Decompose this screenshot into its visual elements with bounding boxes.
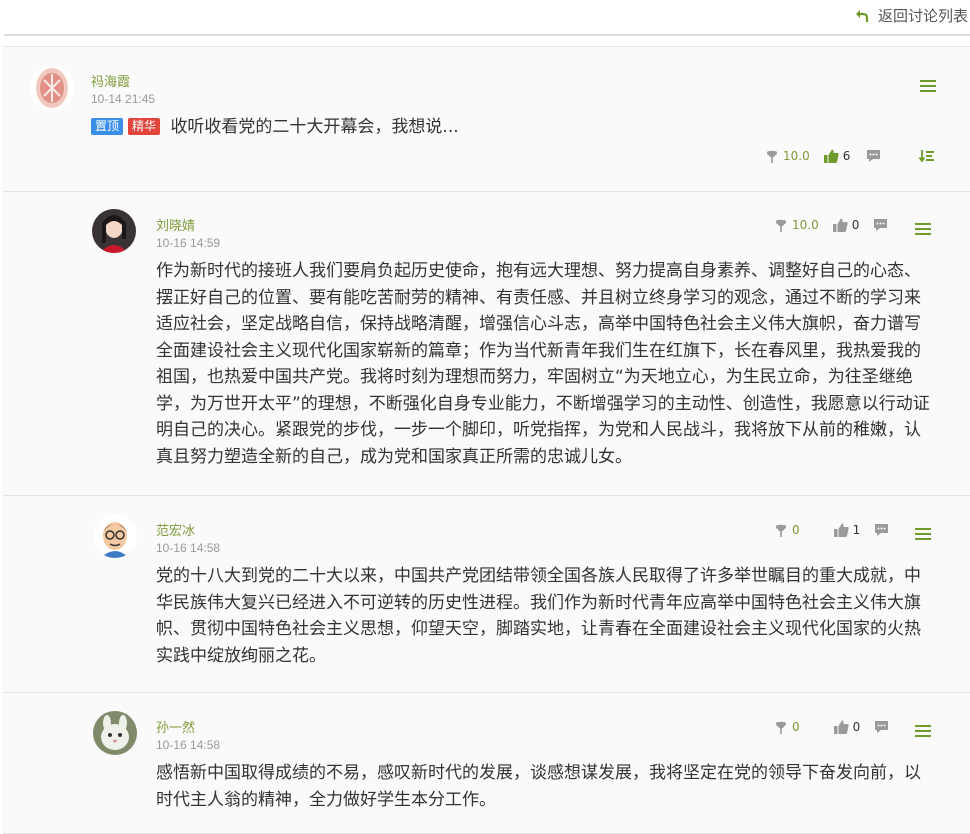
flower-score-icon bbox=[765, 149, 779, 163]
like-count: 1 bbox=[853, 523, 861, 537]
like-button[interactable]: 0 bbox=[833, 218, 860, 232]
post-title[interactable]: 收听收看党的二十大开幕会，我想说... bbox=[170, 117, 458, 137]
reply-content: 作为新时代的接班人我们要肩负起历史使命，抱有远大理想、努力提高自身素养、调整好自… bbox=[156, 258, 934, 470]
author-name[interactable]: 祃海霞 bbox=[91, 71, 130, 90]
score-value: 0 bbox=[792, 720, 800, 734]
post-actions: 10.0 6 bbox=[765, 149, 935, 163]
score-button[interactable]: 0 bbox=[774, 720, 800, 734]
reply-item: 范宏冰 10-16 14:58 0 1 党的十八大到党的二十大以来，中国共产党团… bbox=[3, 495, 970, 693]
menu-icon[interactable] bbox=[915, 528, 931, 540]
post-time: 10-16 14:59 bbox=[156, 236, 220, 250]
sort-icon bbox=[919, 149, 935, 163]
discussion-thread: 祃海霞 10-14 21:45 置顶精华 收听收看党的二十大开幕会，我想说...… bbox=[3, 36, 970, 816]
featured-badge: 精华 bbox=[128, 118, 160, 135]
sort-button[interactable] bbox=[919, 149, 935, 163]
thumbs-up-icon bbox=[834, 523, 849, 537]
back-to-list-label: 返回讨论列表 bbox=[878, 5, 968, 26]
comment-icon bbox=[874, 720, 889, 734]
reply-content: 感悟新中国取得成绩的不易，感叹新时代的发展，谈感想谋发展，我将坚定在党的领导下奋… bbox=[156, 760, 934, 813]
flower-score-icon bbox=[774, 523, 788, 537]
menu-icon[interactable] bbox=[915, 223, 931, 235]
like-count: 6 bbox=[843, 149, 851, 163]
avatar[interactable] bbox=[30, 66, 74, 110]
reply-actions: 10.0 0 bbox=[774, 218, 888, 232]
reply-actions: 0 0 bbox=[774, 720, 889, 734]
score-value: 10.0 bbox=[783, 149, 810, 163]
menu-icon[interactable] bbox=[915, 725, 931, 737]
like-count: 0 bbox=[852, 218, 860, 232]
comment-button[interactable] bbox=[874, 523, 889, 537]
reply-item: 刘晓婧 10-16 14:59 10.0 0 作为新时代的接班人我们要肩负起历史… bbox=[3, 191, 970, 496]
comment-icon bbox=[866, 149, 881, 163]
post-time: 10-14 21:45 bbox=[91, 92, 155, 106]
author-name[interactable]: 范宏冰 bbox=[156, 520, 195, 539]
author-name[interactable]: 孙一然 bbox=[156, 717, 195, 736]
avatar[interactable] bbox=[92, 209, 136, 253]
reply-actions: 0 1 bbox=[774, 523, 889, 537]
main-post: 祃海霞 10-14 21:45 置顶精华 收听收看党的二十大开幕会，我想说...… bbox=[3, 46, 970, 192]
like-button[interactable]: 0 bbox=[834, 720, 861, 734]
score-button[interactable]: 10.0 bbox=[765, 149, 810, 163]
return-arrow-icon bbox=[854, 8, 870, 24]
comment-button[interactable] bbox=[866, 149, 881, 163]
avatar[interactable] bbox=[93, 514, 137, 558]
reply-item: 孙一然 10-16 14:58 0 0 感悟新中国取得成绩的不易，感叹新时代的发… bbox=[3, 692, 970, 834]
menu-icon[interactable] bbox=[920, 80, 936, 92]
like-count: 0 bbox=[853, 720, 861, 734]
score-button[interactable]: 10.0 bbox=[774, 218, 819, 232]
score-button[interactable]: 0 bbox=[774, 523, 800, 537]
thumbs-up-icon bbox=[833, 218, 848, 232]
score-value: 10.0 bbox=[792, 218, 819, 232]
reply-content: 党的十八大到党的二十大以来，中国共产党团结带领全国各族人民取得了许多举世瞩目的重… bbox=[156, 563, 934, 669]
like-button[interactable]: 6 bbox=[824, 149, 851, 163]
score-value: 0 bbox=[792, 523, 800, 537]
post-time: 10-16 14:58 bbox=[156, 541, 220, 555]
like-button[interactable]: 1 bbox=[834, 523, 861, 537]
flower-score-icon bbox=[774, 218, 788, 232]
flower-score-icon bbox=[774, 720, 788, 734]
back-to-list-link[interactable]: 返回讨论列表 bbox=[854, 5, 968, 26]
author-name[interactable]: 刘晓婧 bbox=[156, 215, 195, 234]
comment-icon bbox=[874, 523, 889, 537]
avatar[interactable] bbox=[93, 711, 137, 755]
thumbs-up-icon bbox=[824, 149, 839, 163]
post-time: 10-16 14:58 bbox=[156, 738, 220, 752]
post-title-row: 置顶精华 收听收看党的二十大开幕会，我想说... bbox=[91, 114, 459, 141]
comment-button[interactable] bbox=[873, 218, 888, 232]
comment-icon bbox=[873, 218, 888, 232]
thumbs-up-icon bbox=[834, 720, 849, 734]
comment-button[interactable] bbox=[874, 720, 889, 734]
pinned-badge: 置顶 bbox=[91, 118, 123, 135]
top-bar: 返回讨论列表 bbox=[0, 0, 970, 32]
